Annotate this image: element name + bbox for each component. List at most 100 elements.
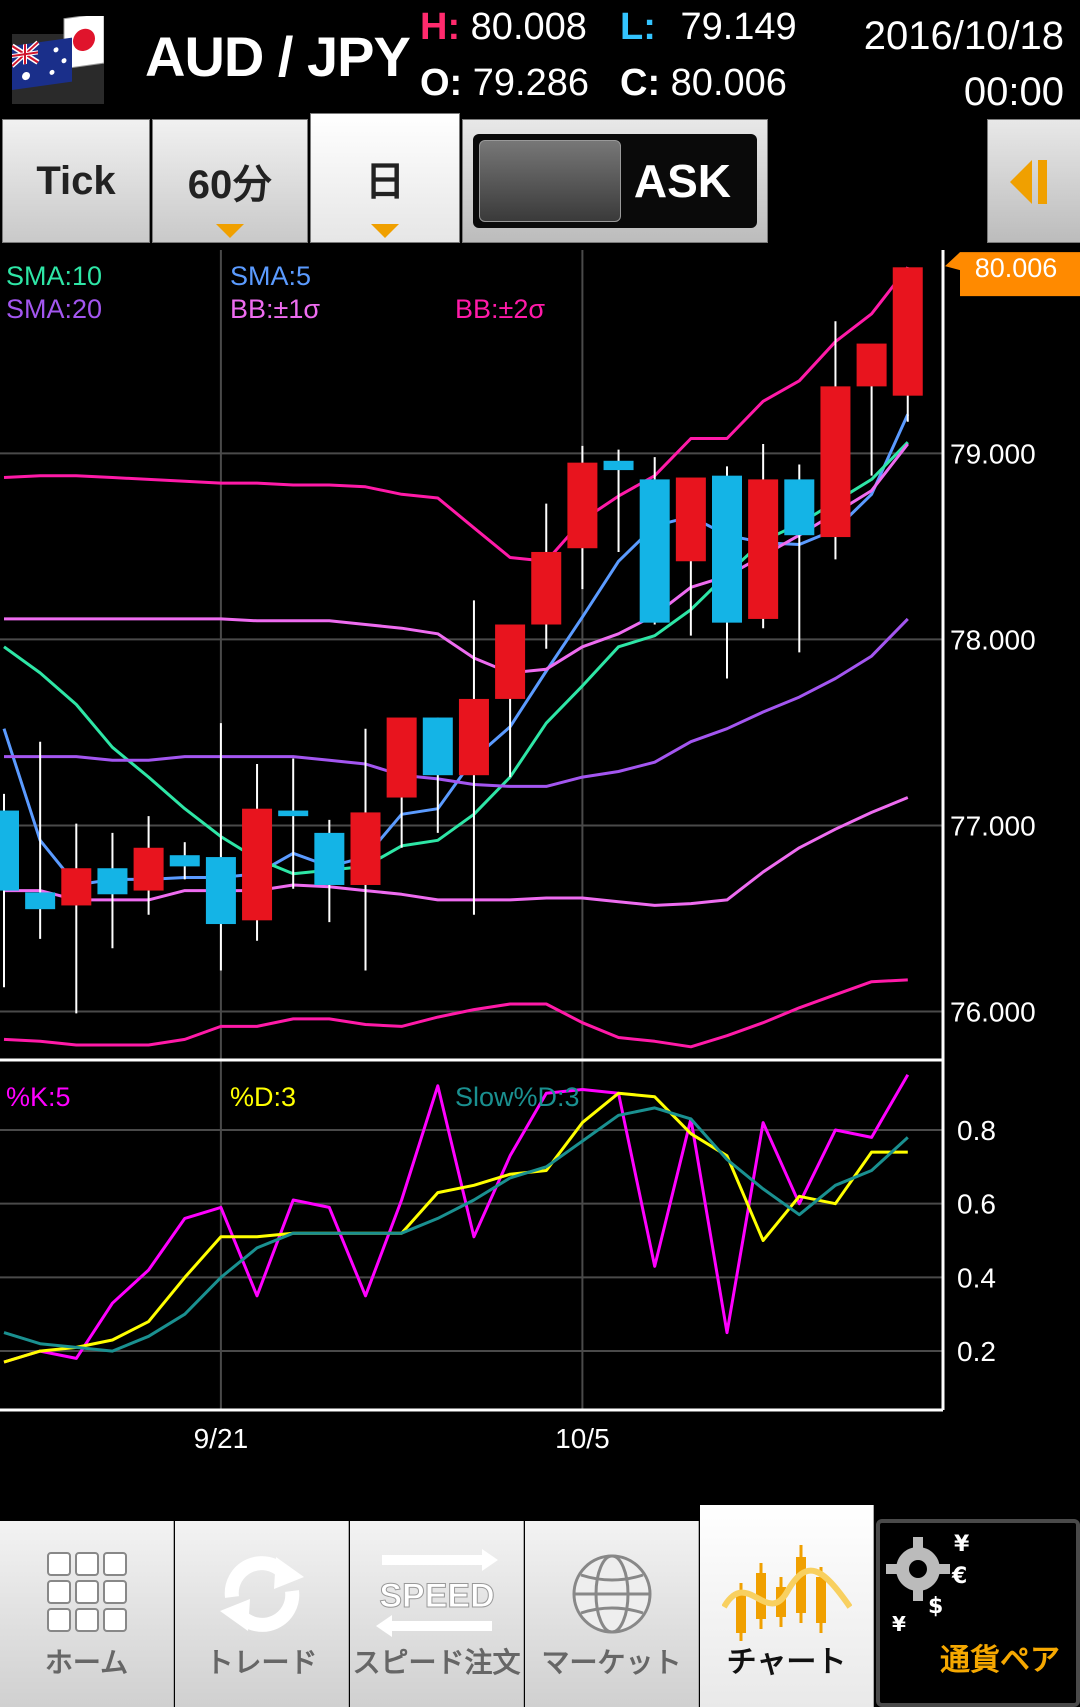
candle [97,832,128,949]
main-legend: SMA:10 SMA:5 SMA:20 BB:±1σ BB:±2σ [6,261,545,324]
candle [892,267,923,422]
indicator-lines [2,266,910,1049]
date-tick-label: 9/21 [194,1423,249,1454]
candle-body [422,717,453,776]
svg-text:¥: ¥ [954,1532,970,1557]
candle [675,477,706,636]
speed-icon: SPEED [375,1549,498,1637]
candle-body [675,477,706,562]
candle-body [712,475,742,623]
last-price-tag: 80.006 [945,252,1080,297]
stochastic-lines [3,1073,910,1364]
candle-body [169,855,200,867]
tab-tick[interactable]: Tick [2,119,150,243]
legend-d: %D:3 [230,1082,296,1112]
grid-icon [46,1552,127,1632]
nav-trade-label: トレード [205,1646,318,1679]
candle-body [784,479,815,536]
nav-speed-order[interactable]: SPEED スピード注文 [350,1521,524,1707]
candle [458,600,489,915]
nav-trade[interactable]: トレード [175,1521,349,1707]
candle [712,466,742,679]
candle-body [820,386,851,538]
nav-market[interactable]: マーケット [525,1521,699,1707]
nav-speed-order-label: スピード注文 [352,1646,521,1679]
svg-text:€: € [951,1564,967,1589]
date-value: 2016/10/18 [863,14,1064,58]
candle-body [748,479,779,619]
candle [169,842,200,880]
timeframe-toolbar: Tick 60分 日 ASK [0,113,1080,250]
candle-body [639,479,670,623]
candle-body [25,892,56,910]
nav-market-label: マーケット [541,1646,682,1679]
candle [603,449,634,552]
speed-icon-text: SPEED [379,1577,494,1615]
legend-sma20: SMA:20 [6,294,102,324]
high-readout: H: 80.008 [420,6,587,49]
candle [61,823,92,1014]
price-tick-label: 79.000 [950,438,1036,469]
nav-home[interactable]: ホーム [0,1521,174,1707]
currency-pair-label: 通貨ペア [940,1643,1060,1678]
dropdown-triangle-icon [371,224,399,238]
stoch-tick-label: 0.8 [957,1115,996,1146]
header: AUD / JPY H: 80.008 L: 79.149 O: 79.286 … [0,0,1080,115]
currency-pair-button[interactable]: ¥ € $ ¥ 通貨ペア [876,1519,1080,1707]
candle-body [603,460,634,471]
legend-bb1: BB:±1σ [230,294,320,324]
bid-ask-toggle[interactable]: ASK [462,119,768,243]
stoch-d3 [3,1091,908,1364]
chevron-left-icon [1010,160,1047,204]
candle-body [61,868,92,906]
low-readout: L: 79.149 [620,6,797,49]
open-readout: O: 79.286 [420,62,589,105]
last-price-label: 80.006 [975,253,1058,283]
high-key: H: [420,6,461,48]
candle-body [133,847,164,891]
candle-body [892,267,923,396]
price-tick-label: 76.000 [950,996,1036,1027]
close-key: C: [620,62,661,104]
nav-chart[interactable]: チャート [700,1505,874,1707]
date-tick-label: 10/5 [555,1423,610,1454]
candle [314,819,345,923]
close-value: 80.006 [670,62,787,104]
candle [25,741,56,939]
legend-bb2: BB:±2σ [455,294,545,324]
dropdown-triangle-icon [216,224,244,238]
svg-text:$: $ [928,1594,943,1619]
stoch-tick-label: 0.4 [957,1262,996,1293]
stoch-tick-label: 0.2 [957,1336,996,1367]
candle [242,764,273,941]
sub-legend: %K:5 %D:3 Slow%D:3 [6,1082,580,1112]
stoch-tick-label: 0.6 [957,1189,996,1220]
candle [784,464,815,653]
legend-sma5: SMA:5 [230,261,311,291]
indicator-sma20 [4,617,909,788]
chart-icon [721,1545,852,1641]
candle [422,717,453,833]
stoch-k5 [3,1073,910,1364]
toggle-knob[interactable] [479,140,621,222]
candle-body [97,868,128,895]
close-readout: C: 80.006 [620,62,787,105]
tab-daily[interactable]: 日 [310,113,460,243]
candle-body [314,832,345,885]
price-tick-label: 77.000 [950,810,1036,841]
candle [639,457,670,625]
refresh-arrows-icon [219,1556,304,1632]
candle [748,444,779,629]
candle-body [278,810,309,817]
bottom-navigation: ホーム トレード SPEED スピード注文 マーケット チャート ¥ € $ ¥… [0,1505,1080,1707]
flag-icon [12,16,104,104]
nav-chart-label: チャート [726,1645,847,1680]
currency-pair-title: AUD / JPY [145,25,411,88]
open-key: O: [420,62,463,104]
price-chart[interactable]: 79.000 78.000 77.000 76.000 0.8 0.6 0.4 0.2 9/21… [0,250,1080,1500]
candle-body [205,857,236,925]
svg-text:¥: ¥ [892,1612,906,1636]
low-value: 79.149 [680,6,797,48]
collapse-panel-button[interactable] [987,119,1080,243]
tab-60min[interactable]: 60分 [152,119,308,243]
